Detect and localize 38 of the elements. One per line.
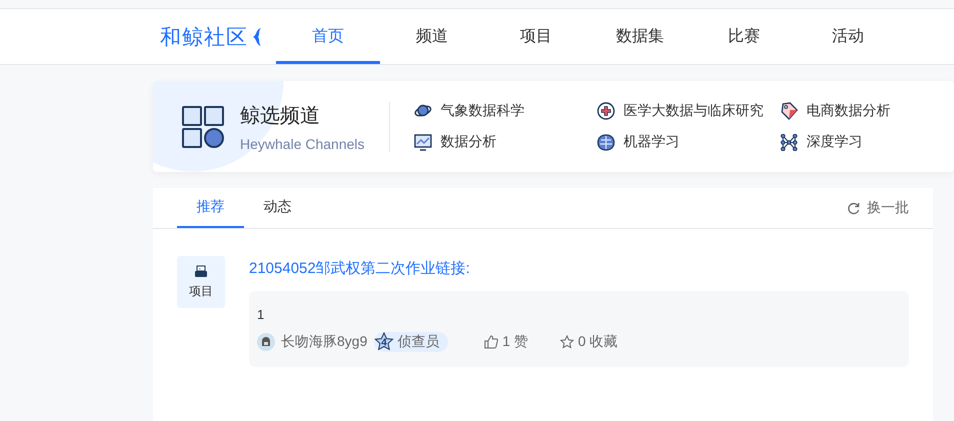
- typewriter-icon: [194, 264, 208, 278]
- planet-icon: [414, 103, 432, 119]
- refresh-icon[interactable]: [847, 202, 860, 214]
- star-icon[interactable]: [560, 335, 574, 349]
- neural-network-icon: [780, 134, 798, 150]
- author-name[interactable]: 长吻海豚8yg9: [281, 333, 368, 351]
- nav-tab[interactable]: 比赛: [692, 9, 796, 64]
- channel-subtitle: Heywhale Channels: [240, 136, 365, 152]
- nav-tab[interactable]: 首页: [276, 9, 380, 64]
- rank-badge: 4 侦查员: [374, 332, 448, 352]
- grid-shapes-icon: [182, 106, 224, 148]
- nav-tab[interactable]: 频道: [380, 9, 484, 64]
- channel-link[interactable]: 医学大数据与临床研究: [624, 102, 764, 120]
- post-excerpt: 1: [257, 307, 266, 322]
- logo-text[interactable]: 和鲸社区: [160, 22, 248, 50]
- post-type-label: 项目: [189, 282, 213, 300]
- nav-tab[interactable]: 项目: [484, 9, 588, 64]
- medical-cross-icon: [596, 102, 615, 120]
- channel-link[interactable]: 数据分析: [440, 133, 497, 151]
- favorite-count[interactable]: 0 收藏: [578, 333, 618, 351]
- refresh-link[interactable]: 换一批: [867, 199, 909, 217]
- channel-link[interactable]: 深度学习: [806, 133, 863, 151]
- channel-link[interactable]: 气象数据科学: [440, 102, 525, 120]
- like-count[interactable]: 1 赞: [502, 333, 528, 351]
- monitor-chart-icon: [414, 134, 432, 150]
- channel-title: 鲸选频道: [240, 104, 321, 128]
- avatar-icon[interactable]: [257, 333, 275, 351]
- whale-tail-icon: [252, 26, 262, 46]
- thumbs-up-icon[interactable]: [484, 335, 498, 349]
- post-title[interactable]: 21054052邹武权第二次作业链接:: [249, 259, 470, 278]
- feed-tab[interactable]: 推荐: [177, 188, 244, 228]
- channel-link[interactable]: 机器学习: [624, 133, 680, 151]
- channel-link[interactable]: 电商数据分析: [806, 102, 891, 120]
- price-tag-icon: [780, 102, 798, 120]
- nav-tab[interactable]: 数据集: [588, 9, 692, 64]
- rank-number: 4: [382, 338, 388, 348]
- nav-tab[interactable]: 活动: [796, 9, 900, 64]
- feed-tab[interactable]: 动态: [244, 188, 311, 228]
